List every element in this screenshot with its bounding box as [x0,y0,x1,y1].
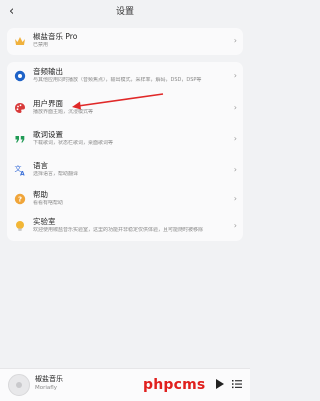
quote-icon [14,133,26,145]
now-playing-bar[interactable]: 椒盐音乐 Moriafly phpcms [0,368,250,401]
pro-sub: 已禁用 [33,42,49,48]
now-playing-title: 椒盐音乐 [35,375,63,383]
svg-text:A: A [20,171,25,177]
chevron-right-icon: › [233,221,237,230]
settings-item-audio[interactable]: 音频输出 与其他应用同时播放（音频焦点），输出模式，采样率，解码，DSD，DSP… [7,65,243,89]
play-icon[interactable] [215,378,225,390]
chevron-right-icon: › [233,103,237,112]
chevron-right-icon: › [233,71,237,80]
pro-card[interactable]: 椒盐音乐 Pro 已禁用 › [7,28,243,55]
palette-icon [14,102,26,114]
settings-item-lab[interactable]: 实验室 欢迎使用椒盐音乐实验室，这里的功能并非稳定仅供体验，且可能随时被移除 › [7,215,243,239]
help-icon: ? [14,193,26,205]
settings-item-help[interactable]: ? 帮助 看看有啥帮助 › [7,188,243,212]
settings-item-sub: 欢迎使用椒盐音乐实验室，这里的功能并非稳定仅供体验，且可能随时被移除 [33,227,204,233]
settings-card: 音频输出 与其他应用同时播放（音频焦点），输出模式，采样率，解码，DSD，DSP… [7,62,243,241]
settings-item-ui[interactable]: 用户界面 播放界面主题，沉浸模式等 › [7,97,243,121]
chevron-right-icon: › [233,165,237,174]
settings-item-label: 帮助 [33,190,48,199]
chevron-right-icon: › [233,134,237,143]
settings-item-sub: 播放界面主题，沉浸模式等 [33,109,94,115]
page-title: 设置 [115,7,134,17]
settings-item-lyrics[interactable]: 歌词设置 下载歌词，状态栏歌词，桌面歌词等 › [7,128,243,152]
settings-item-pro[interactable]: 椒盐音乐 Pro 已禁用 › [7,28,243,55]
settings-item-label: 用户界面 [33,99,63,108]
playlist-icon[interactable] [232,379,242,389]
settings-item-sub: 下载歌词，状态栏歌词，桌面歌词等 [33,140,114,146]
settings-item-label: 语言 [33,161,48,170]
settings-item-sub: 与其他应用同时播放（音频焦点），输出模式，采样率，解码，DSD，DSP等 [33,77,202,83]
translate-icon: 文A [14,164,26,176]
now-playing-subtitle: Moriafly [35,385,57,391]
pro-label: 椒盐音乐 Pro [33,32,78,41]
settings-item-sub: 选择语言，帮助翻译 [33,171,79,177]
album-cover[interactable] [8,374,30,396]
svg-text:?: ? [18,196,22,204]
settings-item-label: 实验室 [33,217,56,226]
settings-item-language[interactable]: 文A 语言 选择语言，帮助翻译 › [7,159,243,183]
lightbulb-icon [14,220,26,232]
chevron-right-icon: › [233,194,237,203]
watermark: phpcms [143,377,206,393]
settings-item-label: 音频输出 [33,67,63,76]
crown-icon [14,35,26,47]
chevron-right-icon: › [233,36,237,45]
top-bar: ‹ 设置 [0,0,250,26]
audio-output-icon [14,70,26,82]
settings-item-sub: 看看有啥帮助 [33,200,64,206]
settings-item-label: 歌词设置 [33,130,63,139]
